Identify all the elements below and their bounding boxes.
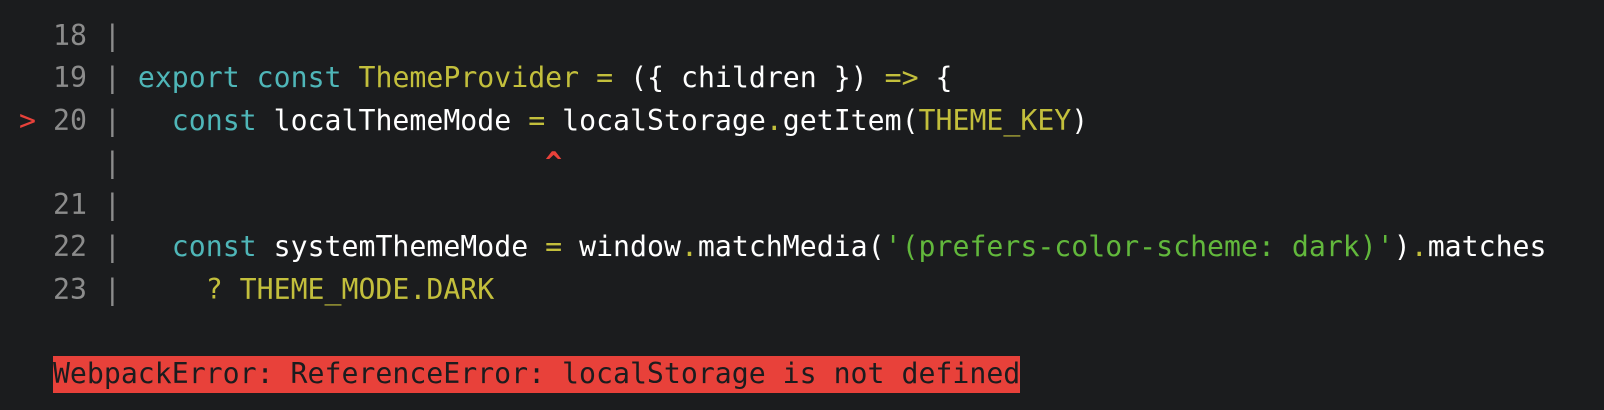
gutter-separator: | bbox=[86, 230, 138, 264]
code-token: ? THEME_MODE.DARK bbox=[205, 272, 495, 306]
code-token: getItem( bbox=[782, 103, 919, 137]
code-token: { bbox=[918, 61, 953, 95]
gutter-separator: | bbox=[86, 103, 138, 137]
code-token: = bbox=[545, 230, 563, 264]
code-token: const bbox=[171, 230, 257, 264]
code-token: . bbox=[680, 230, 698, 264]
code-token: ) bbox=[1071, 103, 1089, 137]
line-marker bbox=[19, 61, 36, 94]
code-token: localThemeMode bbox=[256, 103, 529, 137]
gutter-separator: | bbox=[86, 188, 138, 222]
line-number: 19 bbox=[52, 61, 87, 95]
code-token: ({ children }) bbox=[613, 61, 885, 95]
code-line: > 20 | const localThemeMode = localStora… bbox=[19, 100, 1546, 142]
code-token: THEME_KEY bbox=[918, 103, 1072, 137]
gutter-separator: | bbox=[86, 272, 138, 306]
line-number: 22 bbox=[52, 230, 87, 264]
error-caret: ^ bbox=[545, 145, 563, 179]
line-number: 23 bbox=[52, 272, 87, 306]
code-token: ThemeProvider bbox=[358, 61, 580, 95]
code-token: '(prefers-color-scheme: dark)' bbox=[884, 230, 1394, 264]
code-token: . bbox=[1410, 230, 1428, 264]
code-line: 23 | ? THEME_MODE.DARK bbox=[19, 269, 1546, 311]
code-line: 21 | bbox=[19, 184, 1546, 226]
code-token: => bbox=[884, 61, 919, 95]
error-line-marker: > bbox=[19, 103, 36, 137]
line-marker bbox=[19, 273, 36, 306]
line-marker bbox=[19, 146, 36, 179]
code-token: ) bbox=[1393, 230, 1411, 264]
gutter-separator: | bbox=[86, 145, 138, 179]
code-token: systemThemeMode bbox=[256, 230, 546, 264]
code-token: matches bbox=[1427, 230, 1547, 264]
code-line: 22 | const systemThemeMode = window.matc… bbox=[19, 226, 1547, 268]
code-line: | ^ bbox=[19, 142, 1546, 184]
line-number: 21 bbox=[52, 188, 87, 222]
line-number: 18 bbox=[52, 19, 87, 52]
code-frame: 18 | 19 | export const ThemeProvider = (… bbox=[19, 15, 1546, 396]
line-number bbox=[53, 146, 87, 179]
error-row: WebpackError: ReferenceError: localStora… bbox=[19, 353, 1546, 395]
code-token: matchMedia( bbox=[697, 230, 885, 264]
line-marker bbox=[19, 230, 36, 263]
code-token: const bbox=[171, 103, 257, 137]
code-token: window bbox=[562, 230, 681, 264]
code-token: . bbox=[765, 103, 783, 137]
line-marker bbox=[19, 19, 36, 52]
code-token: const bbox=[256, 61, 342, 95]
gutter-separator: | bbox=[86, 19, 138, 52]
gutter-separator: | bbox=[86, 61, 138, 95]
code-line: 18 | bbox=[19, 15, 1546, 57]
code-token: = bbox=[528, 103, 546, 137]
code-token: = bbox=[596, 61, 614, 95]
code-token: export bbox=[137, 61, 240, 95]
code-line: 19 | export const ThemeProvider = ({ chi… bbox=[19, 57, 1546, 99]
error-message: WebpackError: ReferenceError: localStora… bbox=[52, 356, 1021, 394]
code-token: localStorage bbox=[545, 103, 766, 137]
line-number: 20 bbox=[52, 103, 87, 137]
line-marker bbox=[19, 188, 36, 221]
